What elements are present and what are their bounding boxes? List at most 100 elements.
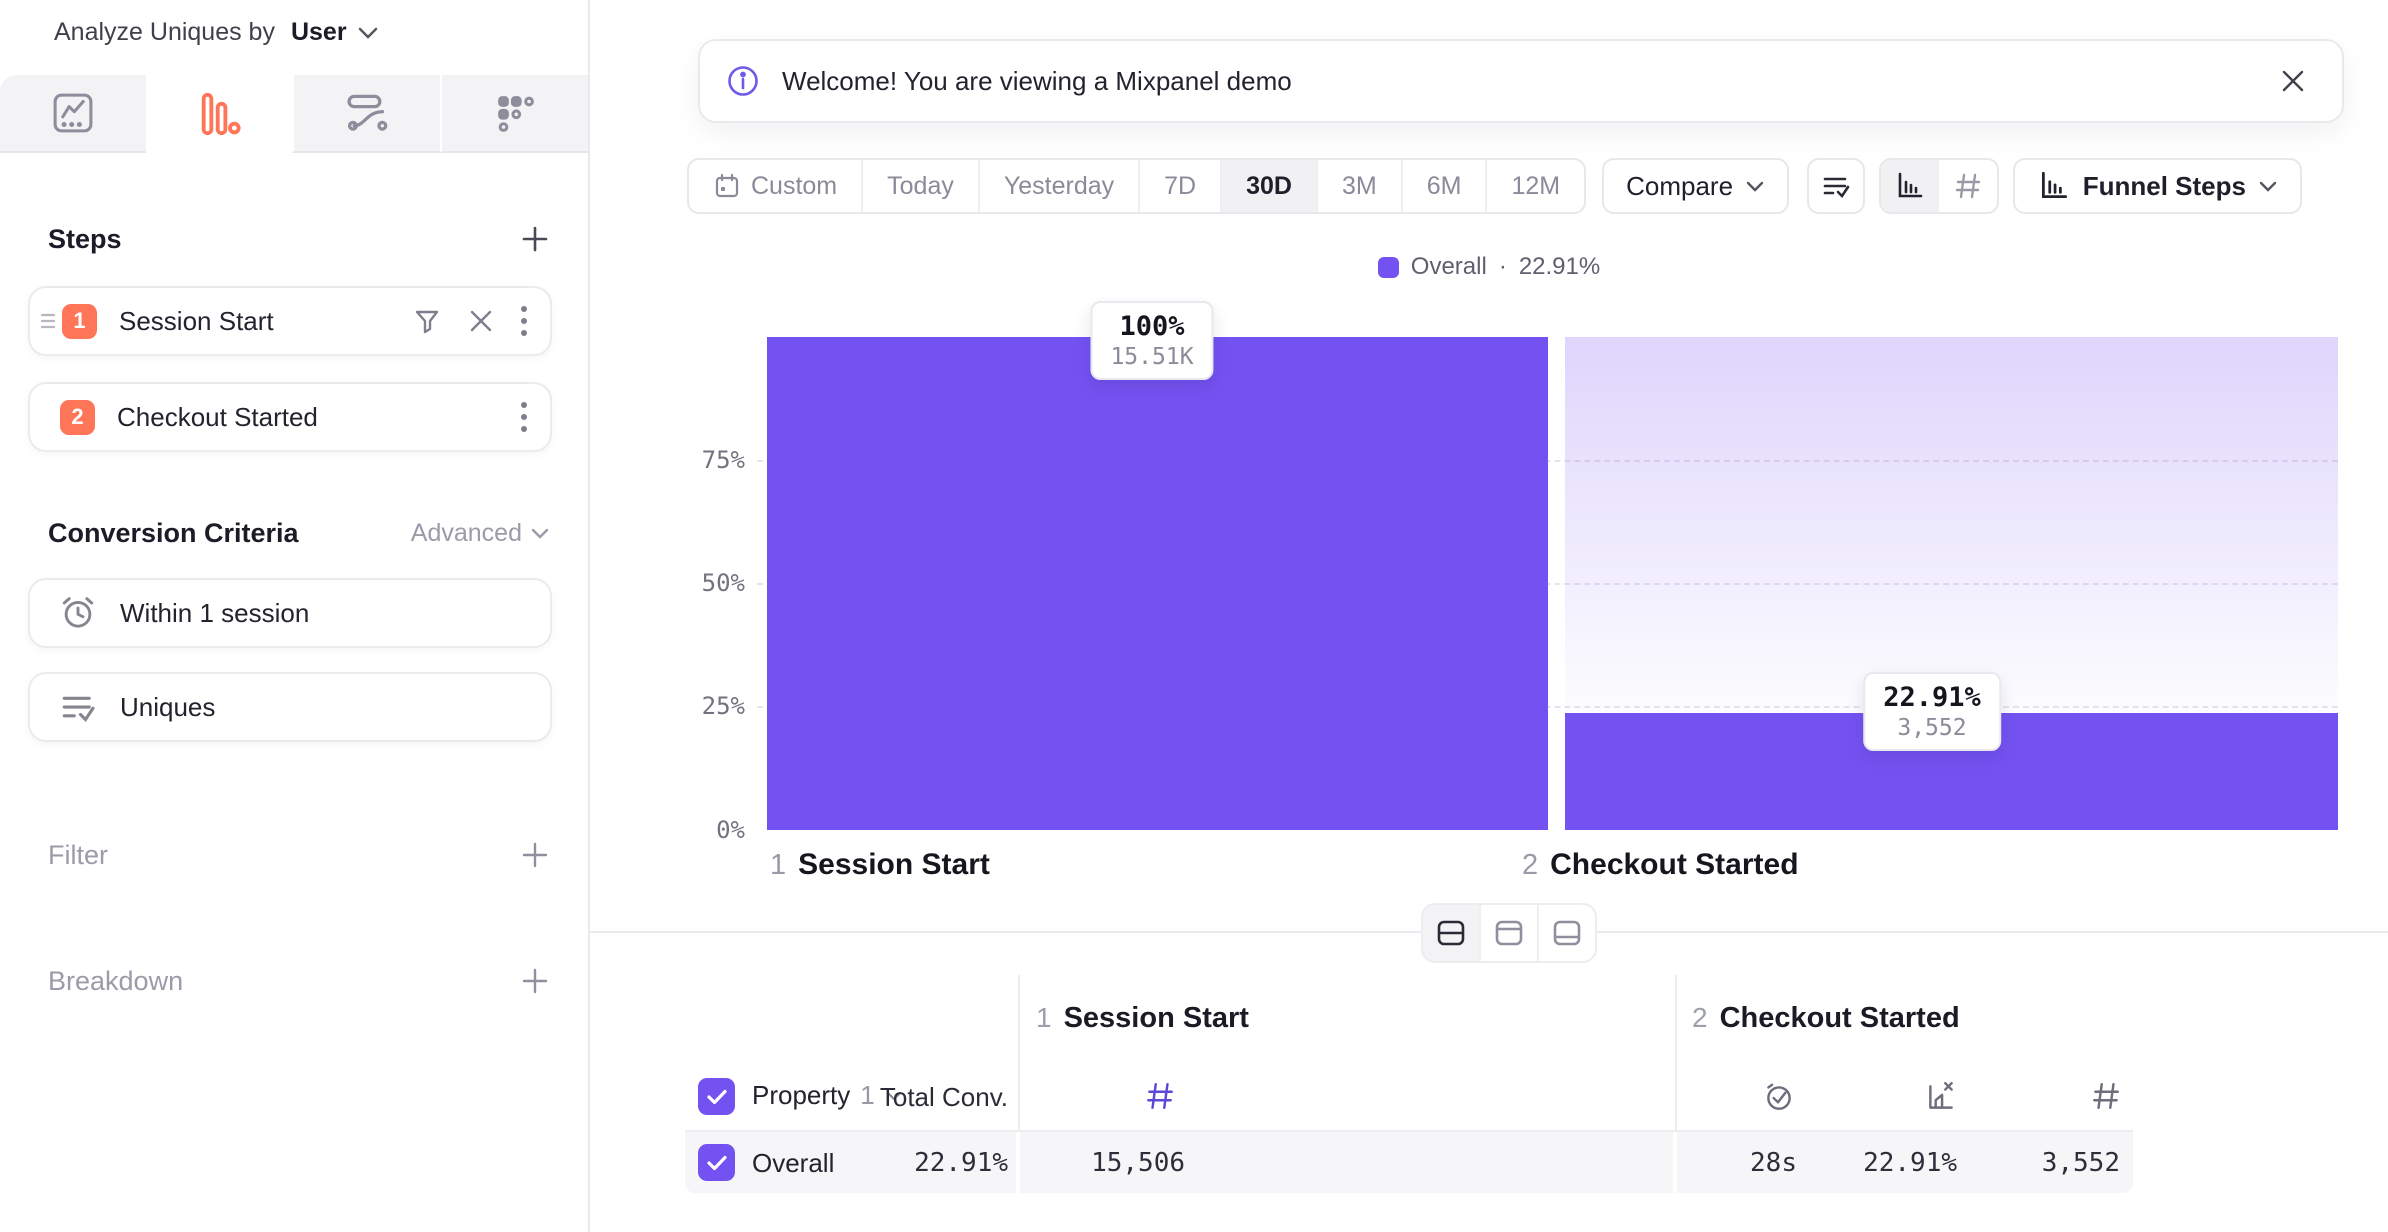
filter-title: Filter: [48, 840, 108, 871]
date-range-custom[interactable]: Custom: [689, 160, 861, 212]
y-axis-tick: 0%: [655, 816, 745, 844]
bar-value-tooltip: 22.91% 3,552: [1863, 672, 2001, 751]
time-to-convert-icon[interactable]: [1762, 1080, 1796, 1114]
analyze-label: Analyze Uniques by: [54, 18, 275, 47]
date-range-today[interactable]: Today: [861, 160, 978, 212]
hash-icon[interactable]: [1144, 1080, 1176, 1112]
counting-method-label: Uniques: [120, 692, 215, 723]
value-format-toggle: [1879, 158, 1999, 214]
y-axis-tick: 75%: [655, 446, 745, 474]
conversion-window-card[interactable]: Within 1 session: [28, 578, 552, 648]
add-step-button[interactable]: [520, 224, 550, 254]
bar-chart-icon: [1894, 170, 1926, 202]
tab-retention[interactable]: [440, 75, 588, 153]
tab-funnels[interactable]: [146, 75, 292, 153]
step-options-kebab-icon[interactable]: [520, 304, 528, 338]
date-range-30d[interactable]: 30D: [1220, 160, 1316, 212]
breakdown-section-header: Breakdown: [48, 956, 550, 1006]
select-all-checkbox[interactable]: [698, 1078, 735, 1115]
date-range-3m[interactable]: 3M: [1316, 160, 1401, 212]
split-view-button[interactable]: [1423, 905, 1479, 961]
analyze-header: Analyze Uniques by User: [54, 18, 379, 47]
show-percent-chart-button[interactable]: [1881, 160, 1939, 212]
advanced-dropdown[interactable]: Advanced: [411, 519, 550, 548]
date-range-6m[interactable]: 6M: [1401, 160, 1486, 212]
hash-icon: [1953, 171, 1983, 201]
legend-swatch: [1378, 257, 1399, 278]
calendar-icon: [713, 172, 741, 200]
row-column-gap: [1016, 1132, 1020, 1193]
analyze-entity-dropdown[interactable]: User: [291, 18, 347, 47]
chevron-down-icon: [1745, 180, 1765, 193]
step-number-badge: 1: [62, 304, 97, 339]
mixpanel-funnel-report: Analyze Uniques by User Steps 1: [0, 0, 2388, 1232]
date-range-12m[interactable]: 12M: [1485, 160, 1584, 212]
split-view-icon: [1435, 918, 1467, 948]
table-group-header-step-2: 2 Checkout Started: [1692, 1002, 1960, 1035]
bar-value-tooltip: 100% 15.51K: [1090, 301, 1213, 380]
x-axis-label-step-2: 2 Checkout Started: [1522, 848, 1799, 882]
chart-only-view-button[interactable]: [1479, 905, 1537, 961]
remove-step-icon[interactable]: [468, 308, 494, 334]
steps-section-header: Steps: [48, 214, 550, 264]
total-conv-header[interactable]: Total Conv.: [880, 1082, 1008, 1113]
step-options-kebab-icon[interactable]: [520, 400, 528, 434]
conversion-rate-icon[interactable]: [1924, 1080, 1958, 1114]
table-group-header-step-1: 1 Session Start: [1036, 1002, 1249, 1035]
demo-banner: Welcome! You are viewing a Mixpanel demo: [698, 39, 2344, 123]
add-breakdown-button[interactable]: [520, 966, 550, 996]
flows-icon: [344, 90, 390, 136]
add-filter-button[interactable]: [520, 840, 550, 870]
check-icon: [706, 1154, 728, 1172]
bottom-panel-icon: [1551, 918, 1583, 948]
hash-icon[interactable]: [2090, 1080, 2122, 1112]
chevron-down-icon: [357, 26, 379, 40]
list-check-icon: [1820, 170, 1852, 202]
funnel-bar-session-start[interactable]: [767, 337, 1548, 830]
cell-step2-count: 3,552: [2042, 1148, 2120, 1178]
step-number-badge: 2: [60, 400, 95, 435]
legend-series: Overall: [1411, 253, 1487, 281]
bar-chart-icon: [2037, 169, 2071, 203]
tooltip-percent: 100%: [1110, 311, 1193, 342]
step-event-name[interactable]: Checkout Started: [117, 402, 318, 433]
chevron-down-icon: [2258, 180, 2278, 193]
show-number-button[interactable]: [1939, 160, 1997, 212]
step-card-1[interactable]: 1 Session Start: [28, 286, 552, 356]
top-panel-icon: [1493, 918, 1525, 948]
chart-legend[interactable]: Overall · 22.91%: [590, 253, 2388, 281]
step-event-name[interactable]: Session Start: [119, 306, 274, 337]
conversion-window-label: Within 1 session: [120, 598, 309, 629]
filter-step-icon[interactable]: [412, 306, 442, 336]
close-banner-icon[interactable]: [2280, 68, 2306, 94]
conversion-criteria-header: Conversion Criteria Advanced: [48, 508, 550, 558]
cell-step1-count: 15,506: [1091, 1148, 1185, 1178]
cell-step2-time: 28s: [1750, 1148, 1797, 1178]
tab-flows[interactable]: [292, 75, 440, 153]
row-checkbox[interactable]: [698, 1144, 735, 1181]
tab-insights[interactable]: [0, 75, 146, 153]
tooltip-count: 15.51K: [1110, 344, 1193, 370]
insights-icon: [50, 90, 96, 136]
cell-total-conv: 22.91%: [914, 1148, 1008, 1178]
banner-message: Welcome! You are viewing a Mixpanel demo: [782, 66, 1292, 97]
filter-section-header: Filter: [48, 830, 550, 880]
date-range-yesterday[interactable]: Yesterday: [978, 160, 1138, 212]
step-card-2[interactable]: 2 Checkout Started: [28, 382, 552, 452]
chart-display-controls: Funnel Steps: [1807, 158, 2302, 214]
tooltip-percent: 22.91%: [1883, 682, 1981, 713]
date-range-7d[interactable]: 7D: [1138, 160, 1220, 212]
steps-title: Steps: [48, 224, 122, 255]
conversion-criteria-title: Conversion Criteria: [48, 518, 299, 549]
chart-type-selector[interactable]: Funnel Steps: [2013, 158, 2302, 214]
row-label: Overall: [752, 1148, 834, 1179]
breakdown-title: Breakdown: [48, 966, 183, 997]
counting-method-card[interactable]: Uniques: [28, 672, 552, 742]
compare-button[interactable]: Compare: [1602, 158, 1789, 214]
row-column-gap: [1673, 1132, 1677, 1193]
retention-icon: [492, 90, 538, 136]
panel-layout-toggle: [1421, 903, 1597, 963]
table-only-view-button[interactable]: [1537, 905, 1595, 961]
metric-uniques-button[interactable]: [1807, 158, 1865, 214]
drag-handle-icon[interactable]: [40, 310, 56, 332]
